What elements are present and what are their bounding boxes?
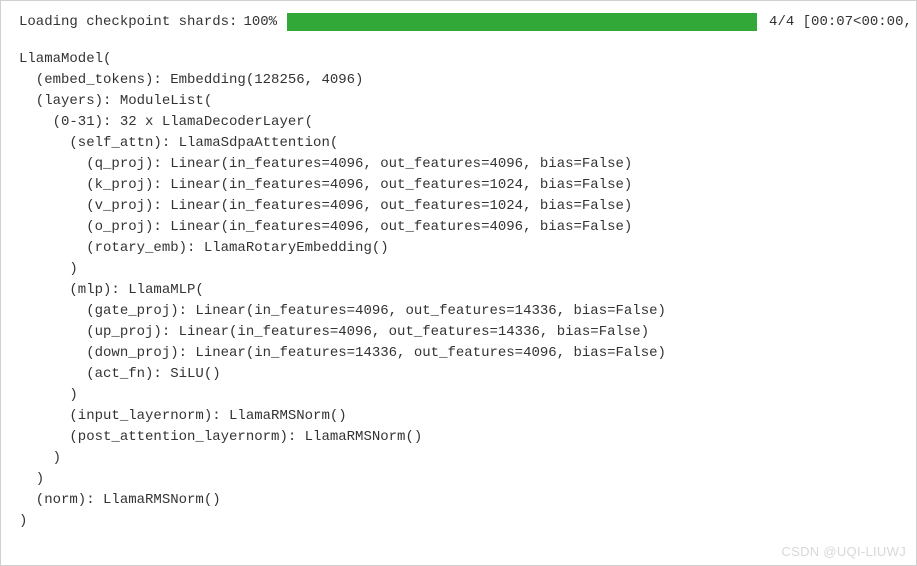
progress-label: Loading checkpoint shards: [19, 14, 237, 30]
progress-percent: 100% [243, 14, 277, 30]
progress-bar [287, 13, 757, 31]
progress-stats: 4/4 [00:07<00:00, 1.61s/it] [769, 14, 917, 30]
progress-row: Loading checkpoint shards: 100% 4/4 [00:… [19, 13, 898, 31]
watermark: CSDN @UQI-LIUWJ [781, 544, 906, 559]
model-output: LlamaModel( (embed_tokens): Embedding(12… [19, 49, 898, 532]
